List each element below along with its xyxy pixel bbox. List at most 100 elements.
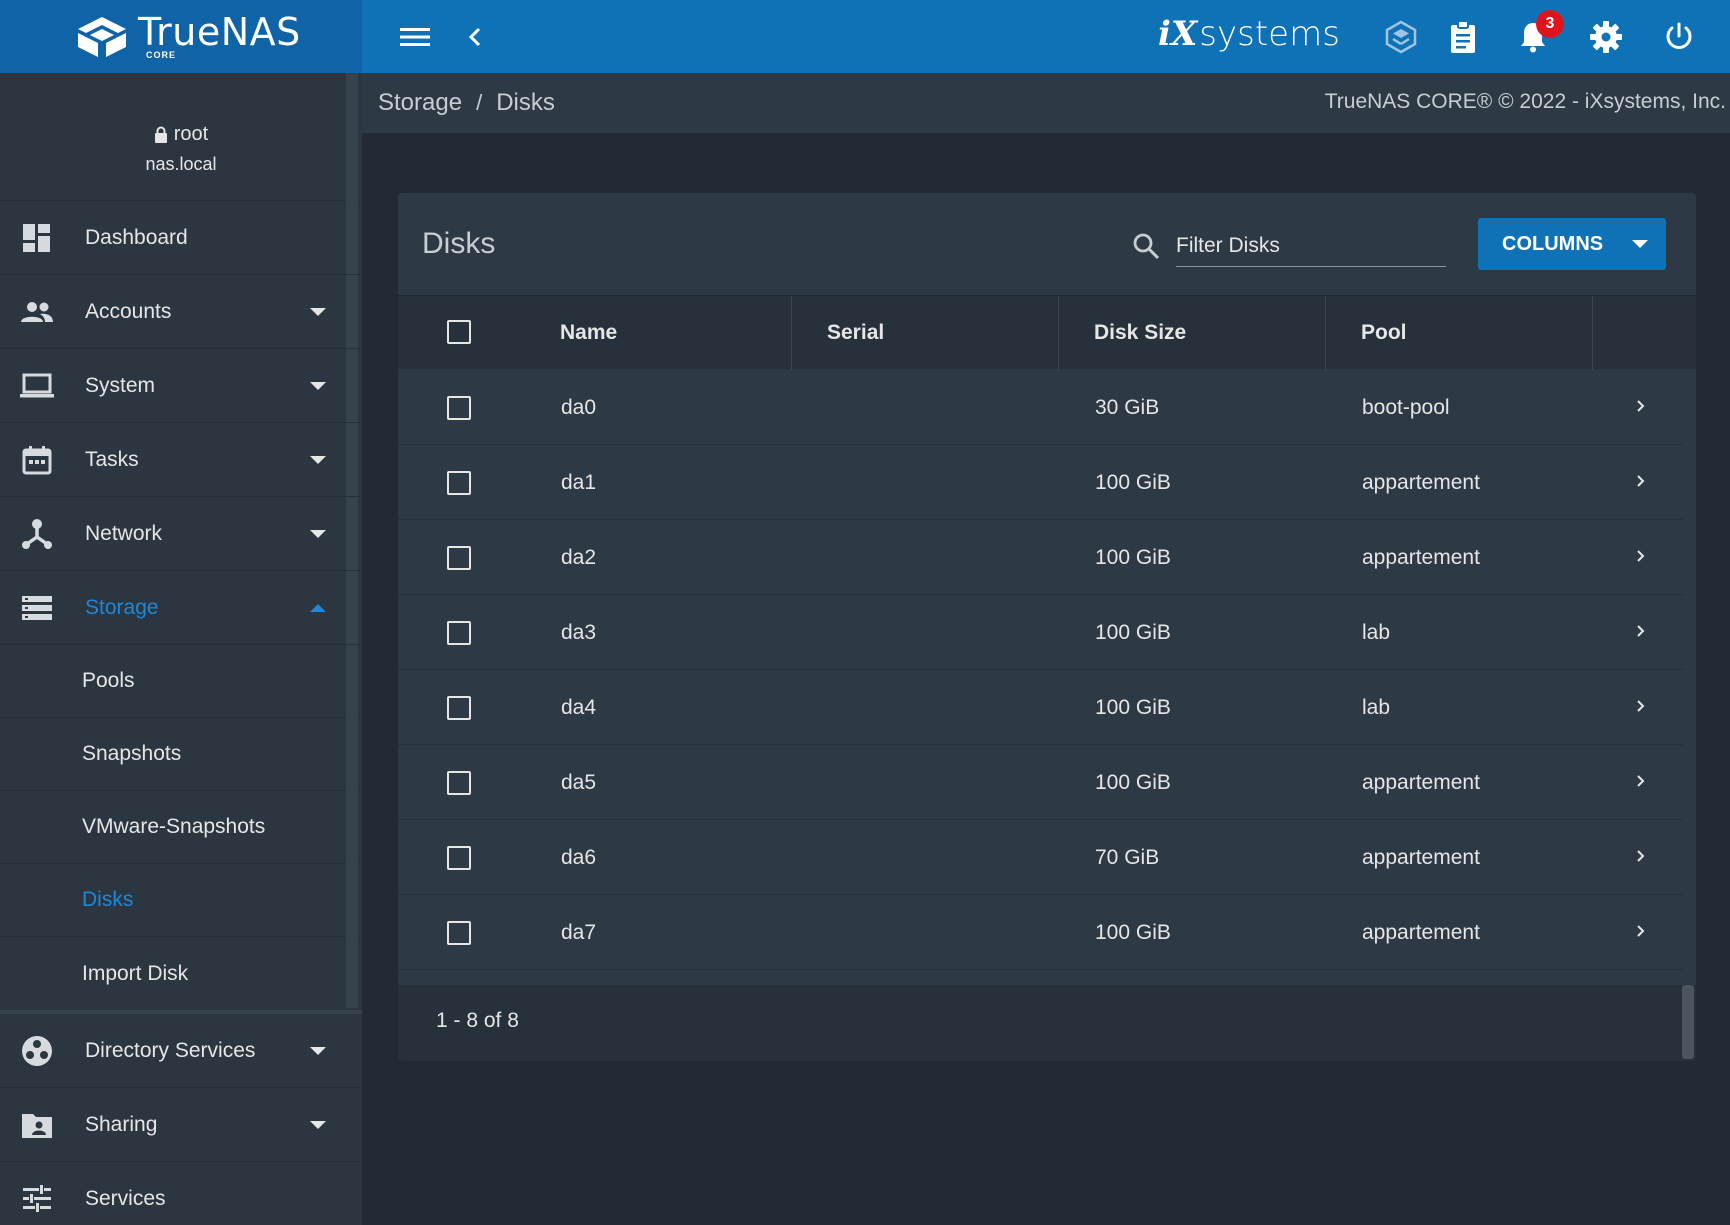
column-header-name[interactable]: Name xyxy=(560,296,617,370)
columns-button[interactable]: COLUMNS xyxy=(1478,218,1666,270)
table-scrollbar[interactable] xyxy=(1682,985,1694,1059)
table-row[interactable]: da7 100 GiB appartement xyxy=(398,895,1683,970)
chevron-down-icon xyxy=(310,1046,326,1055)
expand-row-icon[interactable] xyxy=(1630,621,1650,641)
table-row[interactable]: da2 100 GiB appartement xyxy=(398,520,1683,595)
menu-toggle-button[interactable] xyxy=(396,18,434,56)
logo-text: TrueNAS xyxy=(138,10,301,54)
ixsystems-logo-text: systems xyxy=(1199,14,1340,54)
column-header-serial[interactable]: Serial xyxy=(827,296,884,370)
table-row[interactable]: da0 30 GiB boot-pool xyxy=(398,370,1683,445)
expand-row-icon[interactable] xyxy=(1630,696,1650,716)
disk-pool: lab xyxy=(1362,695,1391,719)
row-checkbox[interactable] xyxy=(447,621,471,645)
column-header-pool[interactable]: Pool xyxy=(1361,296,1407,370)
chevron-down-icon xyxy=(310,1120,326,1129)
top-bar: TrueNAS CORE iX systems 3 xyxy=(0,0,1730,73)
settings-button[interactable] xyxy=(1587,18,1625,56)
disk-size: 100 GiB xyxy=(1095,770,1171,794)
truenas-logo[interactable]: TrueNAS CORE xyxy=(0,0,362,73)
sidebar-subitem-import-disk[interactable]: Import Disk xyxy=(0,937,362,1010)
task-manager-button[interactable] xyxy=(1444,18,1482,56)
notifications-button[interactable]: 3 xyxy=(1514,10,1564,56)
sidebar-subitem-label: VMware-Snapshots xyxy=(82,815,266,838)
disk-pool: appartement xyxy=(1362,845,1480,869)
sidebar-subitem-label: Import Disk xyxy=(82,961,189,985)
logo-subtext: CORE xyxy=(146,50,177,60)
expand-row-icon[interactable] xyxy=(1630,921,1650,941)
expand-row-icon[interactable] xyxy=(1630,396,1650,416)
sidebar-subitem-disks[interactable]: Disks xyxy=(0,864,362,937)
disk-size: 100 GiB xyxy=(1095,470,1171,494)
table-row[interactable]: da6 70 GiB appartement xyxy=(398,820,1683,895)
select-all-checkbox[interactable] xyxy=(447,320,471,344)
chevron-down-icon xyxy=(310,307,326,316)
ixsystems-logo[interactable]: iX systems xyxy=(1158,14,1340,54)
row-checkbox[interactable] xyxy=(447,771,471,795)
chevron-down-icon xyxy=(310,529,326,538)
expand-row-icon[interactable] xyxy=(1630,771,1650,791)
table-row[interactable]: da4 100 GiB lab xyxy=(398,670,1683,745)
row-checkbox[interactable] xyxy=(447,471,471,495)
expand-row-icon[interactable] xyxy=(1630,546,1650,566)
truecommand-button[interactable] xyxy=(1382,18,1420,56)
row-checkbox[interactable] xyxy=(447,921,471,945)
disk-size: 100 GiB xyxy=(1095,620,1171,644)
sidebar-subitem-snapshots[interactable]: Snapshots xyxy=(0,718,362,791)
sidebar-subitem-pools[interactable]: Pools xyxy=(0,645,362,718)
disk-pool: appartement xyxy=(1362,545,1480,569)
tune-icon xyxy=(23,1184,51,1212)
folder-share-icon xyxy=(22,1113,52,1138)
caret-down-icon xyxy=(1632,240,1648,248)
disk-name: da7 xyxy=(561,920,597,944)
table-row[interactable]: da1 100 GiB appartement xyxy=(398,445,1683,520)
expand-row-icon[interactable] xyxy=(1630,471,1650,491)
directory-services-icon xyxy=(22,1035,52,1066)
column-header-disk-size[interactable]: Disk Size xyxy=(1094,296,1186,370)
columns-button-label: COLUMNS xyxy=(1502,232,1604,255)
breadcrumb-parent[interactable]: Storage xyxy=(378,89,462,117)
expand-row-icon[interactable] xyxy=(1630,846,1650,866)
power-icon xyxy=(1666,22,1692,49)
sidebar-item-label: Services xyxy=(85,1186,166,1210)
ixsystems-logo-ix: iX xyxy=(1158,14,1198,54)
sidebar-item-dashboard[interactable]: Dashboard xyxy=(0,201,362,275)
sidebar-subitem-label: Pools xyxy=(82,669,135,692)
column-divider xyxy=(1058,296,1059,370)
sidebar-item-services[interactable]: Services xyxy=(0,1162,362,1225)
table-row[interactable]: da5 100 GiB appartement xyxy=(398,745,1683,820)
sidebar-item-sharing[interactable]: Sharing xyxy=(0,1088,362,1162)
sidebar-item-accounts[interactable]: Accounts xyxy=(0,275,362,349)
sidebar-item-network[interactable]: Network xyxy=(0,497,362,571)
row-checkbox[interactable] xyxy=(447,396,471,420)
sidebar-item-directory-services[interactable]: Directory Services xyxy=(0,1014,362,1088)
sidebar-item-label: Accounts xyxy=(85,299,172,323)
sidebar-item-tasks[interactable]: Tasks xyxy=(0,423,362,497)
sidebar-item-label: Sharing xyxy=(85,1112,158,1136)
filter-disks-input[interactable] xyxy=(1176,225,1446,267)
sidebar-subitem-label: Snapshots xyxy=(82,742,182,765)
sidebar-item-storage[interactable]: Storage xyxy=(0,571,362,645)
sidebar-item-label: Dashboard xyxy=(85,225,188,249)
truecommand-icon xyxy=(1385,20,1417,54)
disk-name: da3 xyxy=(561,620,597,644)
lock-icon xyxy=(154,126,167,143)
disk-name: da6 xyxy=(561,845,597,869)
sidebar-subitem-vmware-snapshots[interactable]: VMware-Snapshots xyxy=(0,791,362,864)
people-icon xyxy=(21,301,53,322)
breadcrumb-separator: / xyxy=(476,90,483,115)
table-row[interactable]: da3 100 GiB lab xyxy=(398,595,1683,670)
page-title: Disks xyxy=(422,227,496,260)
chevron-down-icon xyxy=(310,455,326,464)
disk-name: da1 xyxy=(561,470,597,494)
search-icon xyxy=(1133,233,1160,260)
sidebar-item-system[interactable]: System xyxy=(0,349,362,423)
disk-pool: appartement xyxy=(1362,770,1480,794)
sidebar-item-label: System xyxy=(85,373,156,397)
row-checkbox[interactable] xyxy=(447,846,471,870)
row-checkbox[interactable] xyxy=(447,696,471,720)
power-button[interactable] xyxy=(1660,18,1698,56)
collapse-sidebar-button[interactable] xyxy=(456,18,494,56)
row-checkbox[interactable] xyxy=(447,546,471,570)
disk-name: da2 xyxy=(561,545,597,569)
